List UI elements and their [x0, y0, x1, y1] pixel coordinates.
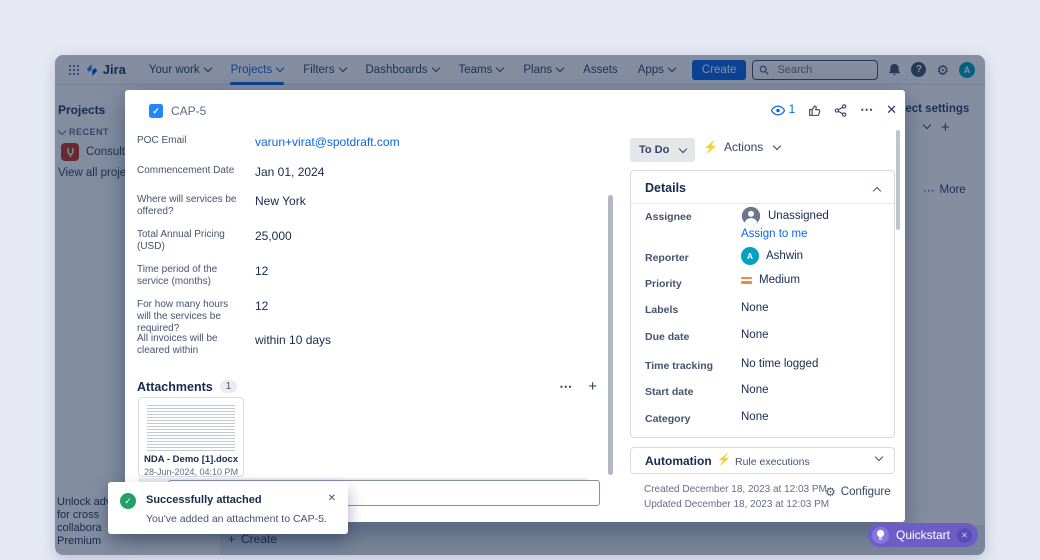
like-button[interactable]	[808, 104, 821, 117]
lightning-icon: ⚡	[703, 140, 718, 154]
attachments-title: Attachments	[137, 379, 213, 394]
labels-label: Labels	[645, 304, 679, 316]
created-timestamp: Created December 18, 2023 at 12:03 PM	[644, 484, 827, 495]
field-label: POC Email	[137, 135, 187, 146]
lightbulb-icon	[872, 526, 889, 544]
field-label: For how many hours will the services be …	[137, 299, 229, 334]
modal-header: ✓ CAP-5 1 ⋯ ✕	[125, 90, 905, 134]
chevron-down-icon	[773, 141, 782, 150]
toast-close-button[interactable]: ✕	[328, 493, 336, 504]
field-label: Commencement Date	[137, 165, 235, 176]
automation-panel[interactable]: Automation ⚡ Rule executions	[630, 447, 895, 474]
share-button[interactable]	[834, 103, 847, 117]
assign-to-me-link[interactable]: Assign to me	[741, 228, 807, 240]
field-value-annual-pricing[interactable]: 25,000	[255, 229, 292, 243]
reporter-avatar: A	[741, 247, 759, 265]
quickstart-close-button[interactable]: ✕	[957, 527, 973, 543]
field-value-poc-email[interactable]: varun+virat@spotdraft.com	[255, 135, 400, 149]
status-dropdown[interactable]: To Do	[630, 138, 696, 162]
success-check-icon: ✓	[120, 493, 136, 509]
priority-label: Priority	[645, 278, 682, 290]
toast-message: You've added an attachment to CAP-5.	[146, 513, 327, 525]
screen: Jira Your work Projects Filters Dashboar…	[0, 0, 1040, 560]
category-value[interactable]: None	[741, 411, 769, 423]
watchers-button[interactable]: 1	[770, 104, 796, 116]
field-label: Where will services be offered?	[137, 194, 237, 217]
configure-button[interactable]: ⚙ Configure	[825, 486, 891, 498]
app-window: Jira Your work Projects Filters Dashboar…	[55, 55, 985, 555]
more-actions-button[interactable]: ⋯	[860, 102, 873, 118]
time-tracking-value[interactable]: No time logged	[741, 358, 818, 370]
attachments-more-button[interactable]: ⋯	[559, 379, 572, 395]
automation-lightning-icon: ⚡	[717, 454, 731, 466]
eye-icon	[770, 105, 785, 115]
automation-title: Automation	[645, 454, 712, 468]
assignee-value[interactable]: Unassigned	[741, 206, 829, 226]
time-tracking-label: Time tracking	[645, 360, 714, 372]
quickstart-label: Quickstart	[896, 528, 951, 542]
assignee-label: Assignee	[645, 211, 692, 223]
divider	[631, 203, 894, 204]
success-toast: ✓ Successfully attached You've added an …	[108, 482, 348, 534]
attachment-file-name: NDA - Demo [1].docx	[144, 454, 239, 465]
field-value-commencement-date[interactable]: Jan 01, 2024	[255, 165, 324, 179]
updated-timestamp: Updated December 18, 2023 at 12:03 PM	[644, 499, 830, 510]
start-date-label: Start date	[645, 386, 694, 398]
start-date-value[interactable]: None	[741, 384, 769, 396]
chevron-up-icon[interactable]	[872, 186, 882, 196]
field-label: All invoices will be cleared within	[137, 333, 218, 356]
attachment-card[interactable]: NDA - Demo [1].docx 28-Jun-2024, 04:10 P…	[138, 397, 244, 477]
reporter-label: Reporter	[645, 252, 689, 264]
issue-breadcrumb[interactable]: ✓ CAP-5	[149, 104, 206, 118]
toast-title: Successfully attached	[146, 494, 262, 506]
field-value-services-location[interactable]: New York	[255, 194, 306, 208]
labels-value[interactable]: None	[741, 302, 769, 314]
left-column-scrollbar[interactable]	[608, 195, 613, 475]
issue-modal: ✓ CAP-5 1 ⋯ ✕ POC Email varun+virat@spot…	[125, 90, 905, 522]
gear-icon: ⚙	[825, 485, 836, 499]
field-value-invoice-terms[interactable]: within 10 days	[255, 333, 331, 347]
thumbs-up-icon	[809, 105, 821, 116]
due-date-value[interactable]: None	[741, 329, 769, 341]
details-title: Details	[645, 181, 686, 195]
share-icon	[834, 103, 847, 117]
watchers-count: 1	[788, 104, 796, 116]
quickstart-button[interactable]: Quickstart ✕	[868, 523, 979, 547]
chevron-down-icon	[679, 144, 688, 153]
right-column-scrollbar[interactable]	[896, 130, 900, 230]
field-label: Time period of the service (months)	[137, 264, 218, 287]
attachment-file-date: 28-Jun-2024, 04:10 PM	[144, 467, 239, 477]
field-label: Total Annual Pricing (USD)	[137, 229, 225, 252]
category-label: Category	[645, 413, 691, 425]
chevron-down-icon	[874, 452, 884, 462]
attachments-add-button[interactable]: +	[588, 378, 597, 395]
unassigned-avatar-icon	[741, 206, 761, 226]
attachment-thumbnail	[147, 403, 235, 451]
attachments-count-badge: 1	[219, 380, 238, 393]
reporter-value[interactable]: A Ashwin	[741, 247, 803, 265]
task-type-icon: ✓	[149, 104, 163, 118]
details-panel: Details Assignee Unassigned Assign to me…	[630, 170, 895, 438]
priority-value[interactable]: Medium	[741, 274, 800, 286]
automation-subtitle: Rule executions	[735, 456, 810, 468]
actions-dropdown[interactable]: ⚡ Actions	[703, 140, 782, 154]
priority-medium-icon	[741, 275, 752, 286]
issue-key[interactable]: CAP-5	[171, 104, 206, 118]
close-modal-button[interactable]: ✕	[886, 102, 897, 118]
due-date-label: Due date	[645, 331, 690, 343]
field-value-time-period[interactable]: 12	[255, 264, 268, 278]
field-value-hours-required[interactable]: 12	[255, 299, 268, 313]
